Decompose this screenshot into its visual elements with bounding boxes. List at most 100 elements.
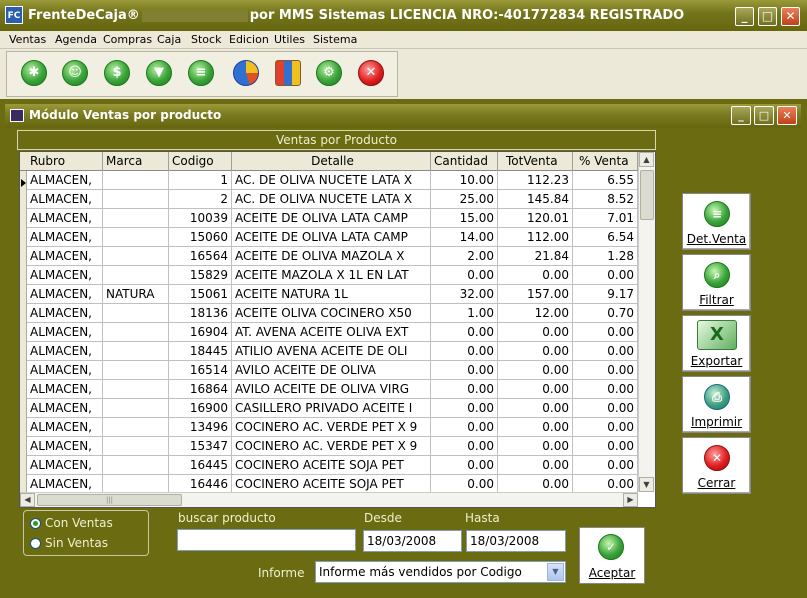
cell-pct-venta[interactable]: 7.01 (573, 209, 638, 228)
cell-cantidad[interactable]: 0.00 (431, 456, 498, 475)
vertical-scroll-thumb[interactable] (640, 170, 654, 220)
close-button[interactable]: ✕ (781, 7, 800, 26)
con-ventas-label[interactable]: Con Ventas (45, 516, 113, 530)
cell-rubro[interactable]: ALMACEN, (27, 342, 103, 361)
cell-totventa[interactable]: 0.00 (498, 399, 573, 418)
cell-totventa[interactable]: 12.00 (498, 304, 573, 323)
cell-codigo[interactable]: 16446 (169, 475, 232, 492)
horizontal-scroll-thumb[interactable]: ||| (37, 494, 182, 506)
ventas-icon[interactable]: ✱ (21, 60, 47, 86)
cell-pct-venta[interactable]: 0.00 (573, 437, 638, 456)
cell-pct-venta[interactable]: 0.00 (573, 380, 638, 399)
compras-icon[interactable]: ▼ (146, 60, 172, 86)
cell-codigo[interactable]: 13496 (169, 418, 232, 437)
cell-marca[interactable] (103, 361, 169, 380)
cell-codigo[interactable]: 16445 (169, 456, 232, 475)
desde-date-input[interactable]: 18/03/2008 (363, 530, 462, 552)
cell-cantidad[interactable]: 0.00 (431, 380, 498, 399)
agenda-icon[interactable]: ☺ (62, 60, 88, 86)
cell-marca[interactable] (103, 456, 169, 475)
cell-rubro[interactable]: ALMACEN, (27, 266, 103, 285)
cell-codigo[interactable]: 16904 (169, 323, 232, 342)
cell-totventa[interactable]: 0.00 (498, 437, 573, 456)
cell-cantidad[interactable]: 0.00 (431, 266, 498, 285)
scroll-up-icon[interactable]: ▲ (639, 152, 654, 167)
cell-detalle[interactable]: ATILIO AVENA ACEITE DE OLI (232, 342, 431, 361)
main-title-bar[interactable]: FC FrenteDeCaja® por MMS Sistemas LICENCI… (0, 0, 807, 31)
exportar-button[interactable]: X Exportar (682, 315, 751, 372)
cell-rubro[interactable]: ALMACEN, (27, 171, 103, 190)
cell-detalle[interactable]: AVILO ACEITE DE OLIVA VIRG (232, 380, 431, 399)
cell-pct-venta[interactable]: 0.70 (573, 304, 638, 323)
cell-detalle[interactable]: COCINERO AC. VERDE PET X 9 (232, 418, 431, 437)
cell-rubro[interactable]: ALMACEN, (27, 228, 103, 247)
col-header-totventa[interactable]: TotVenta (498, 152, 573, 171)
cell-marca[interactable] (103, 266, 169, 285)
pie-chart-icon[interactable] (233, 60, 259, 86)
table-row[interactable]: ALMACEN, 2 AC. DE OLIVA NUCETE LATA X 25.00… (27, 190, 638, 209)
cell-codigo[interactable]: 15061 (169, 285, 232, 304)
cell-rubro[interactable]: ALMACEN, (27, 475, 103, 492)
cell-rubro[interactable]: ALMACEN, (27, 437, 103, 456)
cell-detalle[interactable]: ACEITE DE OLIVA LATA CAMP (232, 209, 431, 228)
cell-rubro[interactable]: ALMACEN, (27, 323, 103, 342)
cell-rubro[interactable]: ALMACEN, (27, 285, 103, 304)
con-ventas-radio[interactable] (30, 518, 41, 529)
cell-pct-venta[interactable]: 1.28 (573, 247, 638, 266)
cell-totventa[interactable]: 112.00 (498, 228, 573, 247)
table-row[interactable]: ALMACEN, 16564 ACEITE DE OLIVA MAZOLA X 2.0… (27, 247, 638, 266)
cell-totventa[interactable]: 157.00 (498, 285, 573, 304)
det-venta-button[interactable]: ≡ Det.Venta (682, 193, 751, 250)
cell-detalle[interactable]: ACEITE DE OLIVA MAZOLA X (232, 247, 431, 266)
col-header-detalle[interactable]: Detalle (232, 152, 431, 171)
cell-cantidad[interactable]: 0.00 (431, 399, 498, 418)
cell-codigo[interactable]: 18445 (169, 342, 232, 361)
sales-grid[interactable]: Rubro Marca Codigo Detalle Cantidad TotV… (19, 151, 656, 508)
cell-rubro[interactable]: ALMACEN, (27, 190, 103, 209)
scroll-right-icon[interactable]: ▶ (623, 493, 638, 507)
cell-codigo[interactable]: 16900 (169, 399, 232, 418)
cell-marca[interactable] (103, 247, 169, 266)
table-row[interactable]: ALMACEN, 16445 COCINERO ACEITE SOJA PET 0.0… (27, 456, 638, 475)
cell-pct-venta[interactable]: 0.00 (573, 456, 638, 475)
sin-ventas-label[interactable]: Sin Ventas (45, 536, 108, 550)
cell-cantidad[interactable]: 10.00 (431, 171, 498, 190)
cell-totventa[interactable]: 112.23 (498, 171, 573, 190)
child-restore-button[interactable]: □ (754, 106, 774, 125)
sin-ventas-radio[interactable] (30, 538, 41, 549)
cell-detalle[interactable]: COCINERO ACEITE SOJA PET (232, 475, 431, 492)
cell-cantidad[interactable]: 0.00 (431, 323, 498, 342)
minimize-button[interactable]: _ (735, 7, 754, 26)
table-row[interactable]: ALMACEN, 16446 COCINERO ACEITE SOJA PET 0.0… (27, 475, 638, 492)
cell-totventa[interactable]: 0.00 (498, 475, 573, 492)
scroll-down-icon[interactable]: ▼ (639, 477, 654, 492)
col-header-pct-venta[interactable]: % Venta (573, 152, 638, 171)
menu-edicion[interactable]: Edicion (229, 33, 269, 46)
cell-cantidad[interactable]: 14.00 (431, 228, 498, 247)
imprimir-button[interactable]: ⎙ Imprimir (682, 376, 751, 433)
col-header-codigo[interactable]: Codigo (169, 152, 232, 171)
cell-marca[interactable] (103, 171, 169, 190)
table-row[interactable]: ALMACEN, 15060 ACEITE DE OLIVA LATA CAMP 14… (27, 228, 638, 247)
cell-marca[interactable] (103, 342, 169, 361)
cell-cantidad[interactable]: 32.00 (431, 285, 498, 304)
menu-sistema[interactable]: Sistema (313, 33, 357, 46)
chevron-down-icon[interactable]: ▼ (547, 563, 564, 581)
cell-detalle[interactable]: AT. AVENA ACEITE OLIVA EXT (232, 323, 431, 342)
cell-rubro[interactable]: ALMACEN, (27, 456, 103, 475)
cell-cantidad[interactable]: 0.00 (431, 342, 498, 361)
cell-codigo[interactable]: 15347 (169, 437, 232, 456)
cell-pct-venta[interactable]: 0.00 (573, 361, 638, 380)
table-row[interactable]: ALMACEN, 16514 AVILO ACEITE DE OLIVA 0.00 0.… (27, 361, 638, 380)
cell-totventa[interactable]: 0.00 (498, 361, 573, 380)
cell-codigo[interactable]: 16864 (169, 380, 232, 399)
table-row[interactable]: ALMACEN, 15347 COCINERO AC. VERDE PET X 90… (27, 437, 638, 456)
cell-pct-venta[interactable]: 6.55 (573, 171, 638, 190)
cell-codigo[interactable]: 16564 (169, 247, 232, 266)
cell-rubro[interactable]: ALMACEN, (27, 361, 103, 380)
cell-pct-venta[interactable]: 9.17 (573, 285, 638, 304)
cell-marca[interactable]: NATURA (103, 285, 169, 304)
cell-totventa[interactable]: 0.00 (498, 380, 573, 399)
table-row[interactable]: ALMACEN, 16900 CASILLERO PRIVADO ACEITE I0… (27, 399, 638, 418)
cell-pct-venta[interactable]: 6.54 (573, 228, 638, 247)
